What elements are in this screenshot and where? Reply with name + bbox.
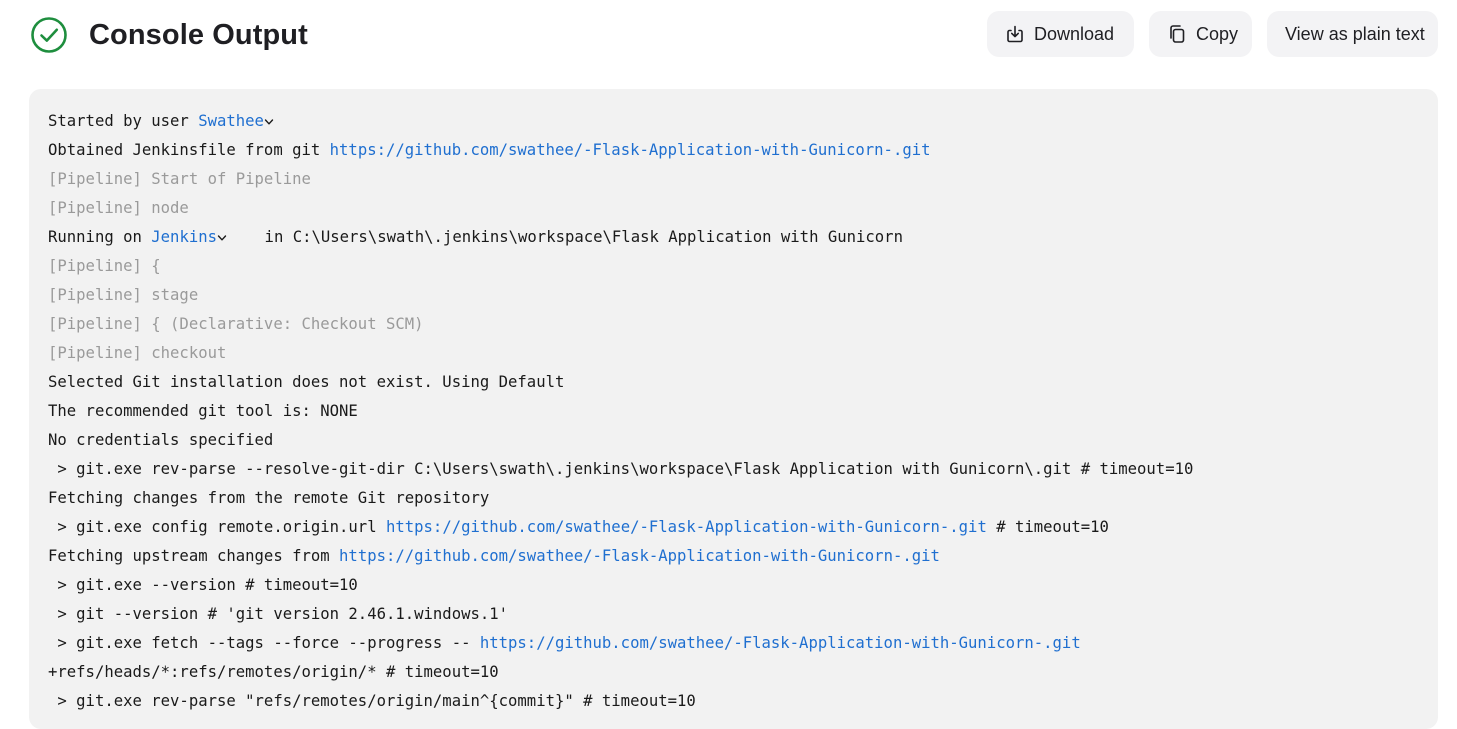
page-title: Console Output: [89, 19, 308, 51]
console-line: Running on Jenkins in C:\Users\swath\.je…: [48, 223, 1419, 252]
console-actions: Download Copy View as plain text: [987, 11, 1438, 57]
console-line: > git.exe rev-parse --resolve-git-dir C:…: [48, 460, 1194, 478]
repo-link[interactable]: https://github.com/swathee/-Flask-Applic…: [386, 518, 987, 536]
download-icon: [1007, 25, 1023, 43]
check-circle-icon: [30, 16, 68, 54]
user-link[interactable]: Swathee: [198, 112, 264, 130]
download-button[interactable]: Download: [987, 11, 1134, 57]
view-plain-text-label: View as plain text: [1285, 23, 1425, 44]
download-label: Download: [1034, 23, 1115, 44]
console-line: [Pipeline] stage: [48, 286, 199, 304]
console-line: > git.exe rev-parse "refs/remotes/origin…: [48, 692, 696, 710]
chevron-down-icon[interactable]: [264, 108, 274, 125]
console-line: > git.exe --version # timeout=10: [48, 576, 358, 594]
console-output: Started by user Swathee Obtained Jenkins…: [29, 89, 1438, 729]
console-line: > git.exe fetch --tags --force --progres…: [48, 634, 1081, 652]
console-line: [Pipeline] Start of Pipeline: [48, 170, 311, 188]
repo-link[interactable]: https://github.com/swathee/-Flask-Applic…: [480, 634, 1081, 652]
chevron-down-icon[interactable]: [217, 224, 227, 241]
copy-label: Copy: [1196, 23, 1239, 44]
console-line: +refs/heads/*:refs/remotes/origin/* # ti…: [48, 663, 499, 681]
console-line: Fetching upstream changes from https://g…: [48, 547, 940, 565]
console-line: [Pipeline] { (Declarative: Checkout SCM): [48, 315, 424, 333]
repo-link[interactable]: https://github.com/swathee/-Flask-Applic…: [339, 547, 940, 565]
console-line: Started by user Swathee: [48, 107, 1419, 136]
console-line: > git.exe config remote.origin.url https…: [48, 518, 1109, 536]
console-line: Fetching changes from the remote Git rep…: [48, 489, 490, 507]
console-line: Obtained Jenkinsfile from git https://gi…: [48, 141, 931, 159]
console-line: [Pipeline] node: [48, 199, 189, 217]
page-header: Console Output Download Copy View as pla…: [0, 0, 1457, 72]
console-line: No credentials specified: [48, 431, 274, 449]
repo-link[interactable]: https://github.com/swathee/-Flask-Applic…: [330, 141, 931, 159]
console-line: > git --version # 'git version 2.46.1.wi…: [48, 605, 509, 623]
console-line: [Pipeline] {: [48, 257, 161, 275]
view-plain-text-button[interactable]: View as plain text: [1267, 11, 1438, 57]
copy-icon: [1170, 25, 1185, 43]
console-line: The recommended git tool is: NONE: [48, 402, 358, 420]
console-line: Selected Git installation does not exist…: [48, 373, 565, 391]
console-line: [Pipeline] checkout: [48, 344, 227, 362]
agent-link[interactable]: Jenkins: [151, 228, 217, 246]
copy-button[interactable]: Copy: [1149, 11, 1252, 57]
